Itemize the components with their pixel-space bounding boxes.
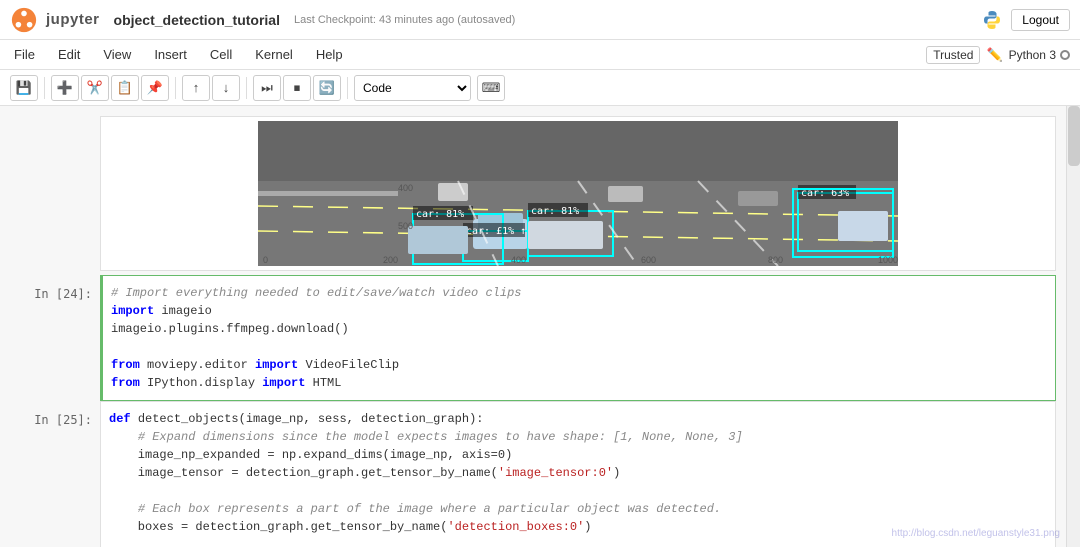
traffic-image: car: 81% car: 81% car: £1% ↑ car: 63%	[258, 121, 898, 266]
add-cell-button[interactable]: ➕	[51, 75, 79, 101]
cell-prompt-24: In [24]:	[0, 275, 100, 401]
menu-cell[interactable]: Cell	[206, 45, 236, 64]
menu-bar: File Edit View Insert Cell Kernel Help T…	[0, 40, 1080, 70]
main-content: car: 81% car: 81% car: £1% ↑ car: 63%	[0, 106, 1080, 547]
toolbar-separator-3	[246, 77, 247, 99]
menu-file[interactable]: File	[10, 45, 39, 64]
cut-cell-button[interactable]: ✂️	[81, 75, 109, 101]
menu-items: File Edit View Insert Cell Kernel Help	[10, 45, 347, 64]
cell-body-25[interactable]: def detect_objects(image_np, sess, detec…	[100, 401, 1056, 547]
svg-text:car: 81%: car: 81%	[416, 209, 464, 220]
cell-type-dropdown[interactable]: Code Markdown Raw NBConvert	[354, 75, 471, 101]
toolbar-separator-2	[175, 77, 176, 99]
menu-kernel[interactable]: Kernel	[251, 45, 297, 64]
svg-text:400: 400	[511, 255, 526, 265]
jupyter-label: jupyter	[46, 11, 100, 28]
menu-insert[interactable]: Insert	[150, 45, 191, 64]
menu-right: Trusted ✏️ Python 3	[926, 46, 1070, 64]
checkpoint-info: Last Checkpoint: 43 minutes ago (autosav…	[294, 14, 515, 26]
paste-cell-button[interactable]: 📌	[141, 75, 169, 101]
toolbar: 💾 ➕ ✂️ 📋 📌 ↑ ↓ ⏭ ⏹ 🔄 Code Markdown Raw N…	[0, 70, 1080, 106]
toolbar-separator-1	[44, 77, 45, 99]
traffic-image-container: car: 81% car: 81% car: £1% ↑ car: 63%	[105, 121, 1051, 266]
output-cell-traffic: car: 81% car: 81% car: £1% ↑ car: 63%	[0, 116, 1066, 271]
kernel-name-label: Python 3	[1009, 48, 1056, 62]
scrollbar-thumb[interactable]	[1068, 106, 1080, 166]
top-bar: jupyter object_detection_tutorial Last C…	[0, 0, 1080, 40]
notebook-area: car: 81% car: 81% car: £1% ↑ car: 63%	[0, 106, 1066, 547]
toolbar-separator-4	[347, 77, 348, 99]
svg-text:600: 600	[641, 255, 656, 265]
code-cell-24: In [24]: # Import everything needed to e…	[0, 275, 1066, 401]
pencil-icon[interactable]: ✏️	[986, 47, 1002, 63]
svg-text:500: 500	[398, 221, 413, 231]
menu-view[interactable]: View	[99, 45, 135, 64]
menu-help[interactable]: Help	[312, 45, 347, 64]
step-button[interactable]: ⏭	[253, 75, 281, 101]
notebook-title: object_detection_tutorial	[114, 12, 280, 28]
move-down-button[interactable]: ↓	[212, 75, 240, 101]
svg-text:car: £1% ↑: car: £1% ↑	[466, 226, 526, 237]
jupyter-logo-icon	[10, 6, 38, 34]
python-logo-icon	[981, 9, 1003, 31]
logout-button[interactable]: Logout	[1011, 9, 1070, 31]
cell-body-24[interactable]: # Import everything needed to edit/save/…	[100, 275, 1056, 401]
svg-text:1000: 1000	[878, 255, 898, 265]
menu-edit[interactable]: Edit	[54, 45, 84, 64]
traffic-output: car: 81% car: 81% car: £1% ↑ car: 63%	[100, 116, 1056, 271]
copy-cell-button[interactable]: 📋	[111, 75, 139, 101]
trusted-badge[interactable]: Trusted	[926, 46, 980, 64]
svg-text:400: 400	[398, 183, 413, 193]
restart-button[interactable]: 🔄	[313, 75, 341, 101]
svg-text:800: 800	[768, 255, 783, 265]
top-right-controls: Logout	[981, 9, 1070, 31]
kernel-status-dot	[1060, 50, 1070, 60]
save-button[interactable]: 💾	[10, 75, 38, 101]
keyboard-shortcuts-button[interactable]: ⌨	[477, 75, 505, 101]
output-prompt-empty	[0, 116, 100, 271]
stop-button[interactable]: ⏹	[283, 75, 311, 101]
cell-prompt-25: In [25]:	[0, 401, 100, 547]
cell-code-25[interactable]: def detect_objects(image_np, sess, detec…	[101, 402, 1055, 547]
scrollbar[interactable]	[1066, 106, 1080, 547]
svg-text:0: 0	[263, 255, 268, 265]
cell-code-24[interactable]: # Import everything needed to edit/save/…	[103, 276, 1055, 400]
svg-text:200: 200	[383, 255, 398, 265]
svg-text:car: 81%: car: 81%	[531, 206, 579, 217]
move-up-button[interactable]: ↑	[182, 75, 210, 101]
logo-area: jupyter object_detection_tutorial Last C…	[10, 6, 515, 34]
code-cell-25: In [25]: def detect_objects(image_np, se…	[0, 401, 1066, 547]
kernel-info: Python 3	[1009, 48, 1070, 62]
